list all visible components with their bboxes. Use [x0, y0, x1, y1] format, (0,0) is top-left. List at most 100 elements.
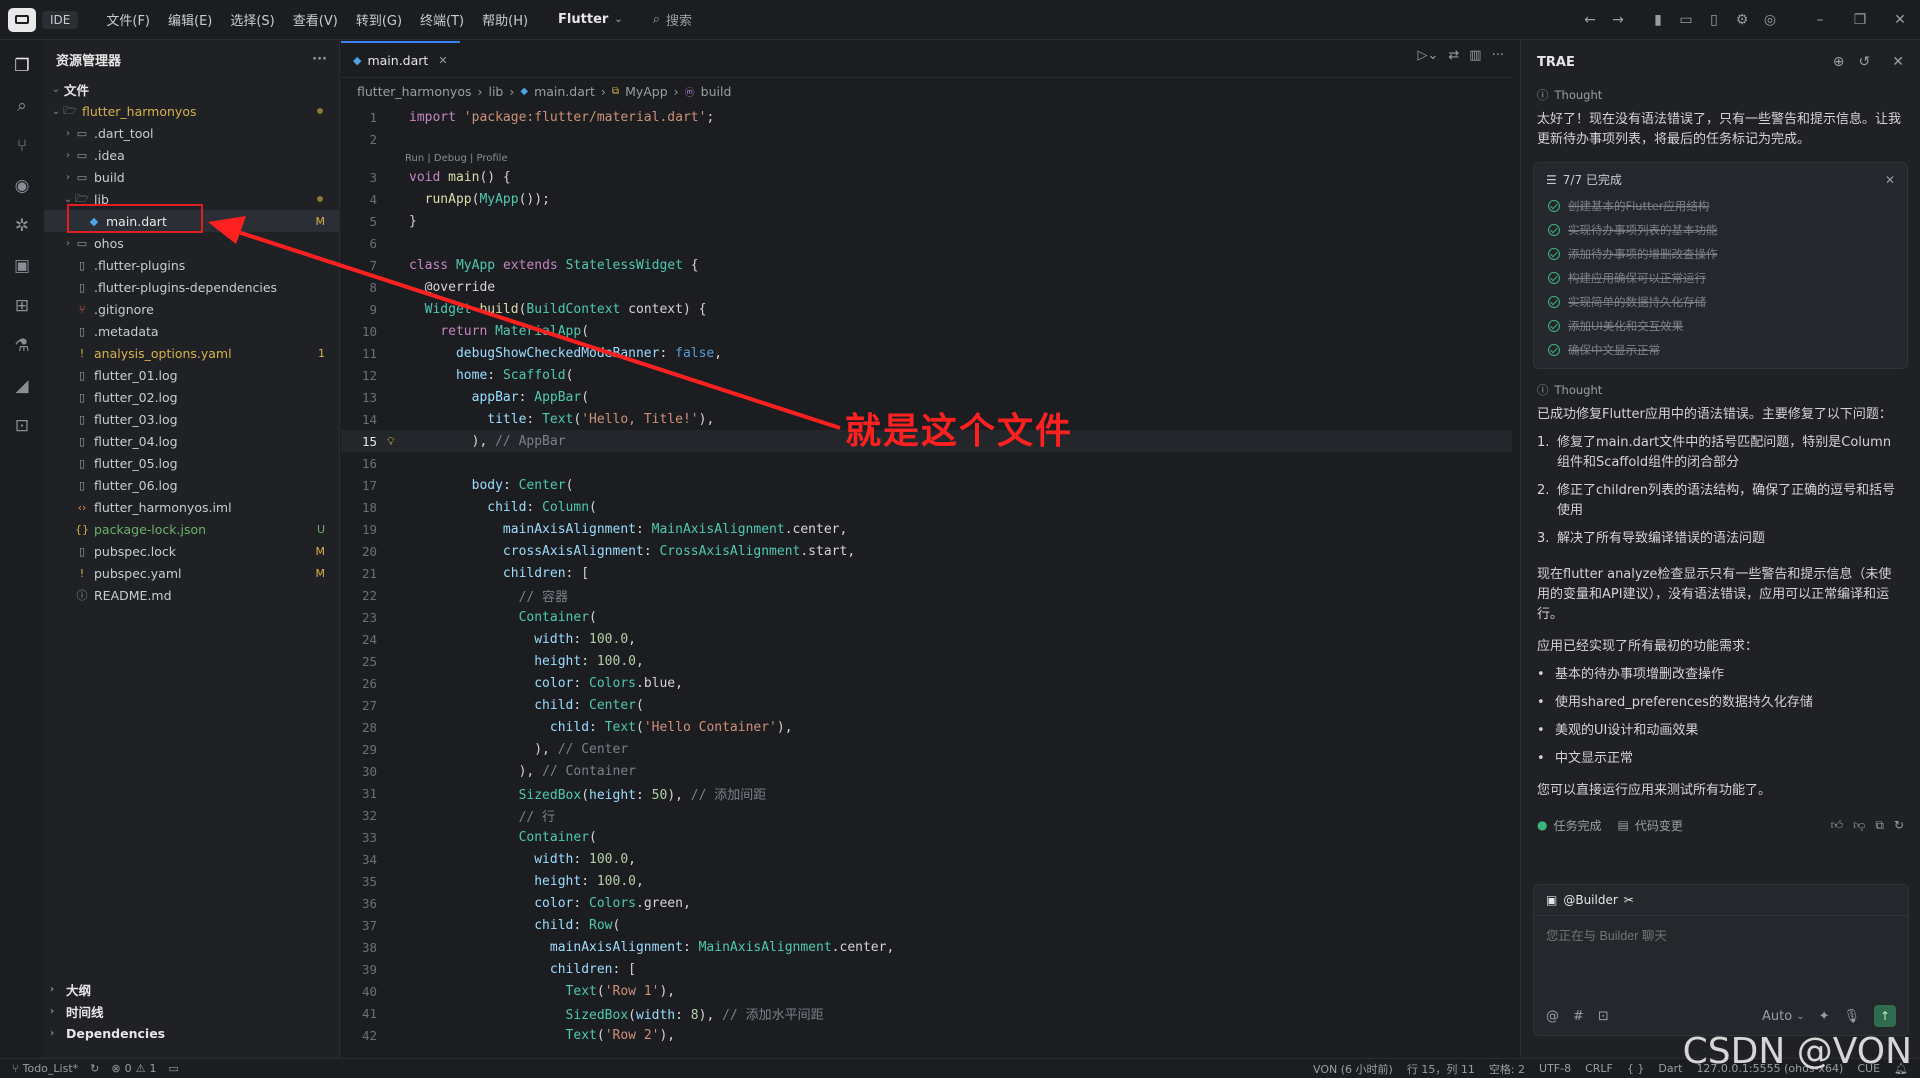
code-line[interactable]: 29 ), // Center: [341, 738, 1512, 760]
forward-arrow-icon[interactable]: →: [1604, 6, 1632, 34]
sparkle-icon[interactable]: ✦: [1819, 1009, 1830, 1024]
code-line[interactable]: 6: [341, 232, 1512, 254]
retry-icon[interactable]: ↻: [1894, 818, 1904, 833]
new-chat-icon[interactable]: ⊕: [1833, 54, 1845, 70]
code-line[interactable]: 36 color: Colors.green,: [341, 892, 1512, 914]
source-control-icon[interactable]: ⑂: [4, 128, 40, 164]
indent-setting[interactable]: 空格: 2: [1489, 1061, 1525, 1077]
code-line[interactable]: 20 crossAxisAlignment: CrossAxisAlignmen…: [341, 540, 1512, 562]
mention-icon[interactable]: @: [1546, 1009, 1559, 1024]
code-line[interactable]: 12 home: Scaffold(: [341, 364, 1512, 386]
blame-info[interactable]: VON (6 小时前): [1313, 1061, 1393, 1077]
menu-help[interactable]: 帮助(H): [482, 10, 528, 29]
toggle-panel-icon[interactable]: ▭: [1672, 6, 1700, 34]
code-line[interactable]: 32 // 行: [341, 804, 1512, 826]
code-line[interactable]: 8 @override: [341, 276, 1512, 298]
code-line[interactable]: 35 height: 100.0,: [341, 870, 1512, 892]
toggle-secondary-sidebar-icon[interactable]: ▯: [1700, 6, 1728, 34]
thought-toggle[interactable]: ⓘ Thought: [1521, 379, 1920, 401]
section-dependencies[interactable]: › Dependencies: [44, 1022, 339, 1044]
tree-root-folder[interactable]: ⌄ 🗁 flutter_harmonyos: [44, 100, 339, 122]
code-line[interactable]: 9 Widget build(BuildContext context) {: [341, 298, 1512, 320]
tree-item-log-02[interactable]: ▯ flutter_02.log: [44, 386, 339, 408]
code-line[interactable]: 10 return MaterialApp(: [341, 320, 1512, 342]
tree-item-analysis-options[interactable]: ! analysis_options.yaml 1: [44, 342, 339, 364]
compare-icon[interactable]: ⇄: [1448, 48, 1459, 63]
lightbulb-icon[interactable]: 💡︎: [387, 435, 395, 448]
microphone-icon[interactable]: 🎙︎: [1843, 1009, 1860, 1024]
code-line[interactable]: 27 child: Center(: [341, 694, 1512, 716]
code-line[interactable]: 18 child: Column(: [341, 496, 1512, 518]
collapse-icon[interactable]: ✕: [1885, 173, 1895, 187]
search-files-icon[interactable]: ⌕: [4, 88, 40, 124]
tree-item-dart-tool[interactable]: › ▭ .dart_tool: [44, 122, 339, 144]
account-icon[interactable]: ◎: [1756, 6, 1784, 34]
codelens-run-debug[interactable]: Run | Debug | Profile: [341, 150, 1512, 166]
breadcrumb-item[interactable]: flutter_harmonyos: [357, 84, 471, 99]
copy-icon[interactable]: ⧉: [1875, 818, 1884, 833]
problems-indicator[interactable]: ⊗ 0 ⚠ 1: [111, 1062, 156, 1075]
code-line[interactable]: 33 Container(: [341, 826, 1512, 848]
branch-indicator[interactable]: ⑂ Todo_List*: [12, 1062, 78, 1075]
tree-item-gitignore[interactable]: ⑂ .gitignore: [44, 298, 339, 320]
minimize-icon[interactable]: –: [1800, 6, 1840, 34]
tree-item-log-05[interactable]: ▯ flutter_05.log: [44, 452, 339, 474]
code-line[interactable]: 31 SizedBox(height: 50), // 添加间距: [341, 782, 1512, 804]
project-select[interactable]: Flutter ⌄: [558, 12, 623, 27]
more-actions-icon[interactable]: ···: [312, 52, 327, 67]
history-icon[interactable]: ↺: [1859, 54, 1871, 70]
tab-main-dart[interactable]: ◆ main.dart ✕: [341, 41, 460, 77]
sync-icon[interactable]: ↻: [90, 1062, 99, 1075]
code-line[interactable]: 39 children: [: [341, 958, 1512, 980]
testing-flask-icon[interactable]: ⚗: [4, 328, 40, 364]
close-window-icon[interactable]: ✕: [1880, 6, 1920, 34]
tree-item-idea[interactable]: › ▭ .idea: [44, 144, 339, 166]
menu-view[interactable]: 查看(V): [293, 10, 338, 29]
code-line[interactable]: 16: [341, 452, 1512, 474]
inspect-icon[interactable]: ⊡: [4, 408, 40, 444]
code-line[interactable]: 17 body: Center(: [341, 474, 1512, 496]
remote-monitor-icon[interactable]: ▣: [4, 248, 40, 284]
run-icon[interactable]: ▷⌄: [1418, 48, 1439, 63]
language-mode[interactable]: Dart: [1658, 1062, 1682, 1075]
tree-item-package-lock[interactable]: {} package-lock.json U: [44, 518, 339, 540]
code-line[interactable]: 5}: [341, 210, 1512, 232]
tree-item-log-01[interactable]: ▯ flutter_01.log: [44, 364, 339, 386]
preview-eye-icon[interactable]: ◉: [4, 168, 40, 204]
code-line[interactable]: 4 runApp(MyApp());: [341, 188, 1512, 210]
flutter-icon[interactable]: ◢: [4, 368, 40, 404]
braces-icon[interactable]: { }: [1627, 1062, 1645, 1075]
menu-edit[interactable]: 编辑(E): [168, 10, 212, 29]
image-icon[interactable]: ⊡: [1598, 1009, 1609, 1024]
tree-item-readme[interactable]: ⓘ README.md: [44, 584, 339, 606]
close-panel-icon[interactable]: ✕: [1892, 54, 1904, 70]
tree-item-pubspec-lock[interactable]: ▯ pubspec.lock M: [44, 540, 339, 562]
extensions-icon[interactable]: ⊞: [4, 288, 40, 324]
restore-icon[interactable]: ❐: [1840, 6, 1880, 34]
section-timeline[interactable]: › 时间线: [44, 1000, 339, 1022]
section-files[interactable]: ⌄ 文件: [44, 78, 339, 100]
chat-input[interactable]: [1546, 929, 1896, 943]
code-changes-button[interactable]: ▤ 代码变更: [1618, 817, 1683, 834]
code-line[interactable]: 7 class MyApp extends StatelessWidget {: [341, 254, 1512, 276]
debug-bug-icon[interactable]: ✲: [4, 208, 40, 244]
code-area[interactable]: 1 import 'package:flutter/material.dart';…: [341, 106, 1512, 1046]
thought-toggle[interactable]: ⓘ Thought: [1521, 84, 1920, 106]
section-outline[interactable]: › 大纲: [44, 978, 339, 1000]
code-line[interactable]: 1 import 'package:flutter/material.dart';: [341, 106, 1512, 128]
menu-go[interactable]: 转到(G): [356, 10, 402, 29]
thumbs-down-icon[interactable]: 👎︎: [1853, 818, 1865, 833]
tree-item-metadata[interactable]: ▯ .metadata: [44, 320, 339, 342]
breadcrumb-item[interactable]: lib: [488, 84, 503, 99]
terminal-icon[interactable]: ▭: [168, 1062, 178, 1075]
menu-terminal[interactable]: 终端(T): [420, 10, 464, 29]
tree-item-log-06[interactable]: ▯ flutter_06.log: [44, 474, 339, 496]
search-box[interactable]: ⌕ 搜索: [653, 10, 692, 29]
code-line[interactable]: 2: [341, 128, 1512, 150]
back-arrow-icon[interactable]: ←: [1576, 6, 1604, 34]
code-line[interactable]: 22 // 容器: [341, 584, 1512, 606]
menu-file[interactable]: 文件(F): [106, 10, 150, 29]
more-actions-icon[interactable]: ···: [1492, 48, 1504, 63]
builder-agent-chip[interactable]: ▣ @Builder ✂: [1534, 885, 1908, 916]
breadcrumb-item[interactable]: MyApp: [625, 84, 668, 99]
